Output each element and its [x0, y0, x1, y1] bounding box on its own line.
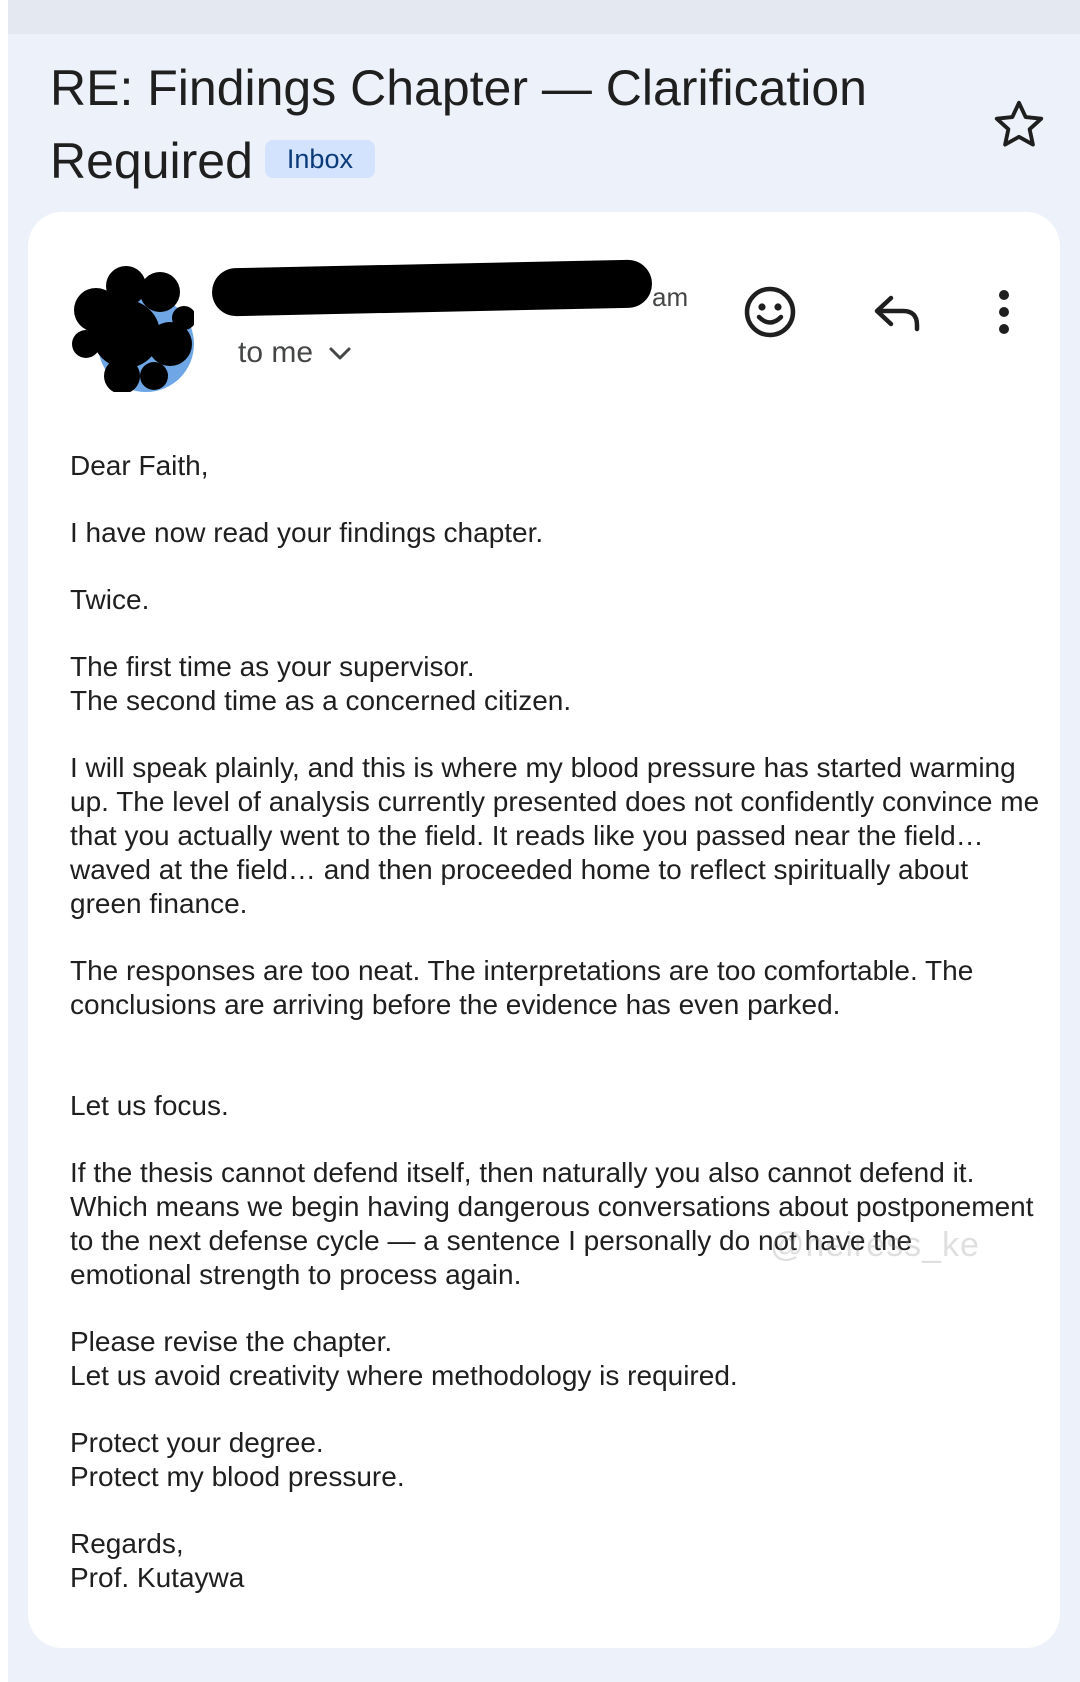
sender-name-tail: am	[652, 282, 689, 312]
add-reaction-button[interactable]	[738, 280, 802, 344]
subject-text: RE: Findings Chapter — Clarification Req…	[50, 60, 867, 189]
recipient-details-toggle[interactable]: to me	[238, 334, 353, 372]
email-body: Dear Faith, I have now read your finding…	[70, 449, 1040, 1595]
body-paragraph: Let us focus.	[70, 1090, 229, 1121]
sender-redaction	[211, 259, 653, 317]
email-subject: RE: Findings Chapter — Clarification Req…	[50, 52, 930, 198]
screen-edge	[0, 0, 8, 1682]
inbox-label-chip[interactable]: Inbox	[264, 139, 375, 178]
body-paragraph: Please revise the chapter. Let us avoid …	[70, 1326, 738, 1391]
body-paragraph: I will speak plainly, and this is where …	[70, 752, 1040, 919]
signature: Regards, Prof. Kutaywa	[70, 1528, 245, 1593]
sender-avatar[interactable]	[66, 264, 194, 392]
recipient-label: to me	[238, 336, 314, 369]
app-top-bar	[8, 0, 1080, 34]
body-paragraph: The responses are too neat. The interpre…	[70, 955, 974, 1020]
reply-button[interactable]	[865, 280, 929, 344]
body-paragraph: Twice.	[70, 584, 150, 615]
message-card: am to me Dear Faith, I have now read you…	[28, 212, 1060, 1648]
body-paragraph: If the thesis cannot defend itself, then…	[70, 1157, 1034, 1290]
body-paragraph: I have now read your findings chapter.	[70, 517, 544, 548]
chevron-down-icon	[329, 347, 351, 360]
watermark: @heiress_ke	[770, 1226, 980, 1264]
more-options-button[interactable]	[972, 280, 1036, 344]
body-paragraph: Protect your degree. Protect my blood pr…	[70, 1427, 405, 1492]
star-icon[interactable]	[990, 96, 1048, 154]
greeting: Dear Faith,	[70, 450, 209, 481]
body-paragraph: The first time as your supervisor. The s…	[70, 651, 572, 716]
sender-name: am	[211, 259, 688, 322]
